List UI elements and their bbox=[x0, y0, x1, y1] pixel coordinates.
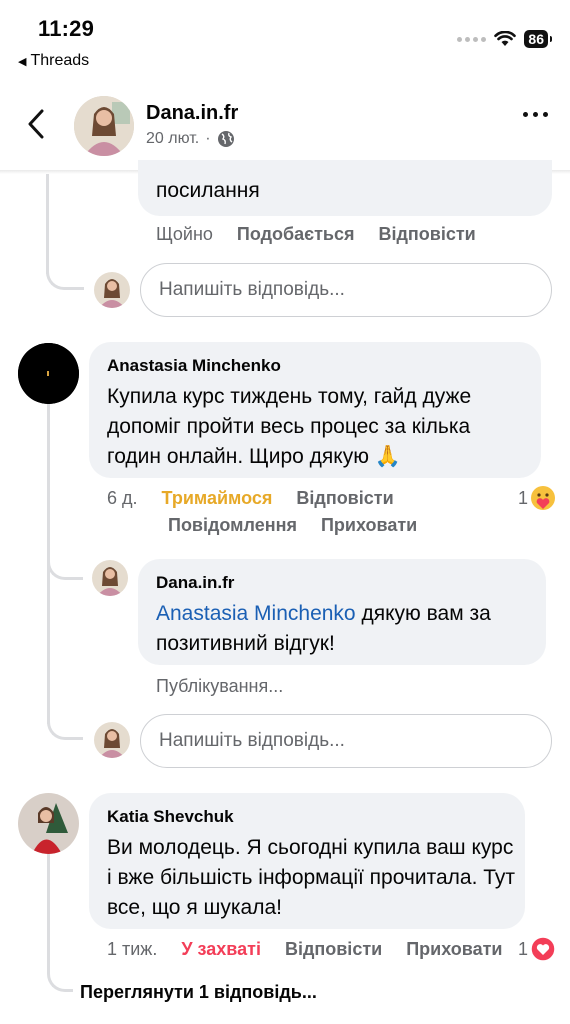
reply-button[interactable]: Відповісти bbox=[285, 939, 382, 960]
comment-actions-row2: Повідомлення Приховати bbox=[168, 515, 417, 536]
more-options-button[interactable] bbox=[523, 112, 548, 117]
globe-icon bbox=[217, 131, 234, 147]
reaction-button[interactable]: Тримаймося bbox=[162, 488, 273, 509]
battery-icon: 86 bbox=[524, 30, 552, 48]
reply-author[interactable]: Dana.in.fr bbox=[156, 573, 536, 593]
thread-connector bbox=[46, 250, 84, 290]
back-chevron-icon bbox=[28, 109, 44, 139]
reaction-summary[interactable]: 1 bbox=[518, 936, 556, 962]
reply-author-avatar[interactable] bbox=[92, 560, 128, 596]
comment-bubble: Katia Shevchuk Ви молодець. Я сьогодні к… bbox=[89, 793, 525, 929]
wifi-icon bbox=[494, 31, 517, 46]
thread-connector bbox=[47, 950, 73, 992]
hide-button[interactable]: Приховати bbox=[321, 515, 417, 536]
reply-text: Anastasia Minchenko дякую вам за позитив… bbox=[156, 599, 536, 659]
reply-input[interactable]: Напишіть відповідь... bbox=[140, 714, 552, 768]
commenter-avatar[interactable] bbox=[18, 343, 79, 404]
thread-connector bbox=[47, 540, 83, 580]
hide-button[interactable]: Приховати bbox=[406, 939, 502, 960]
comment-text-body: Купила курс тиждень тому, гайд дуже допо… bbox=[107, 385, 472, 468]
post-meta: 20 лют. · bbox=[146, 130, 235, 148]
reply-button[interactable]: Відповісти bbox=[379, 224, 476, 245]
meta-separator: · bbox=[205, 130, 211, 147]
view-replies-link[interactable]: Переглянути 1 відповідь... bbox=[80, 982, 317, 1003]
comment-text: Ви молодець. Я сьогодні купила ваш курс … bbox=[107, 836, 516, 919]
reply-input[interactable]: Напишіть відповідь... bbox=[140, 263, 552, 317]
post-date: 20 лют. bbox=[146, 130, 200, 147]
comment-actions: 1 тиж. У захваті Відповісти Приховати bbox=[107, 939, 527, 960]
author-avatar[interactable] bbox=[74, 96, 134, 156]
back-button[interactable] bbox=[20, 104, 52, 144]
message-button[interactable]: Повідомлення bbox=[168, 515, 297, 536]
publishing-status: Публікування... bbox=[156, 676, 284, 696]
comment-time: 6 д. bbox=[107, 488, 138, 508]
reaction-count: 1 bbox=[518, 938, 529, 959]
reaction-count: 1 bbox=[518, 487, 529, 508]
current-user-avatar bbox=[94, 272, 130, 308]
comment-author[interactable]: Katia Shevchuk bbox=[107, 807, 517, 827]
comment-text: посилання bbox=[156, 179, 260, 202]
back-app-label: Threads bbox=[30, 52, 90, 69]
thread-line bbox=[47, 854, 50, 964]
reply-bubble: Dana.in.fr Anastasia Minchenko дякую вам… bbox=[138, 559, 546, 665]
status-bar: 11:29 ◀ Threads 86 bbox=[0, 0, 570, 80]
author-name[interactable]: Dana.in.fr bbox=[146, 102, 238, 125]
comment-time: Щойно bbox=[156, 224, 213, 244]
comment-actions: 6 д. Тримаймося Відповісти bbox=[107, 488, 394, 509]
mention-link[interactable]: Anastasia Minchenko bbox=[156, 602, 356, 625]
folded-hands-emoji: 🙏 bbox=[374, 445, 401, 468]
thread-connector bbox=[47, 700, 83, 740]
commenter-avatar[interactable] bbox=[18, 793, 79, 854]
back-to-app-link[interactable]: ◀ Threads bbox=[18, 52, 89, 70]
comment-text: Купила курс тиждень тому, гайд дуже допо… bbox=[107, 382, 527, 472]
reply-button[interactable]: Відповісти bbox=[296, 488, 393, 509]
more-dots-icon bbox=[523, 112, 528, 117]
current-user-avatar bbox=[94, 722, 130, 758]
status-time: 11:29 bbox=[38, 16, 95, 41]
reaction-summary[interactable]: 1 bbox=[518, 485, 556, 511]
comment-author[interactable]: Anastasia Minchenko bbox=[107, 356, 527, 376]
love-reaction-icon bbox=[530, 936, 556, 962]
post-header: Dana.in.fr 20 лют. · bbox=[0, 88, 570, 164]
comment-bubble: Anastasia Minchenko Купила курс тиждень … bbox=[89, 342, 541, 478]
comment-bubble: посилання bbox=[138, 160, 552, 216]
cellular-dots-icon bbox=[457, 36, 487, 42]
status-indicators: 86 bbox=[457, 30, 552, 48]
like-button[interactable]: Подобається bbox=[237, 224, 355, 245]
back-triangle-icon: ◀ bbox=[18, 55, 27, 68]
care-reaction-icon bbox=[531, 486, 556, 510]
comment-time: 1 тиж. bbox=[107, 939, 158, 959]
reaction-button[interactable]: У захваті bbox=[181, 939, 261, 960]
comment-actions: Щойно Подобається Відповісти bbox=[156, 224, 476, 245]
